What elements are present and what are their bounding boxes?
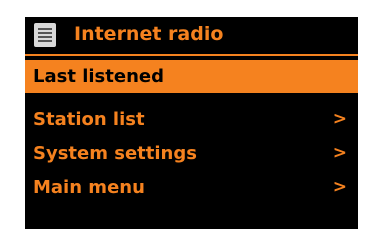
menu-item-label: Station list bbox=[33, 109, 145, 130]
chevron-right-icon: > bbox=[332, 143, 347, 163]
chevron-right-icon: > bbox=[332, 177, 347, 197]
menu-item-last-listened[interactable]: Last listened bbox=[25, 60, 358, 93]
header-divider bbox=[25, 54, 358, 56]
list-icon bbox=[34, 23, 56, 47]
menu-item-label: System settings bbox=[33, 143, 197, 164]
menu-item-label: Main menu bbox=[33, 177, 145, 198]
header-bar: Internet radio bbox=[25, 17, 358, 53]
menu-item-system-settings[interactable]: System settings > bbox=[25, 137, 358, 170]
chevron-right-icon: > bbox=[332, 109, 347, 129]
menu-item-main-menu[interactable]: Main menu > bbox=[25, 171, 358, 204]
radio-display: Internet radio Last listened Station lis… bbox=[25, 17, 358, 229]
menu-item-station-list[interactable]: Station list > bbox=[25, 103, 358, 136]
menu-item-label: Last listened bbox=[33, 66, 164, 87]
page-title: Internet radio bbox=[74, 23, 224, 45]
